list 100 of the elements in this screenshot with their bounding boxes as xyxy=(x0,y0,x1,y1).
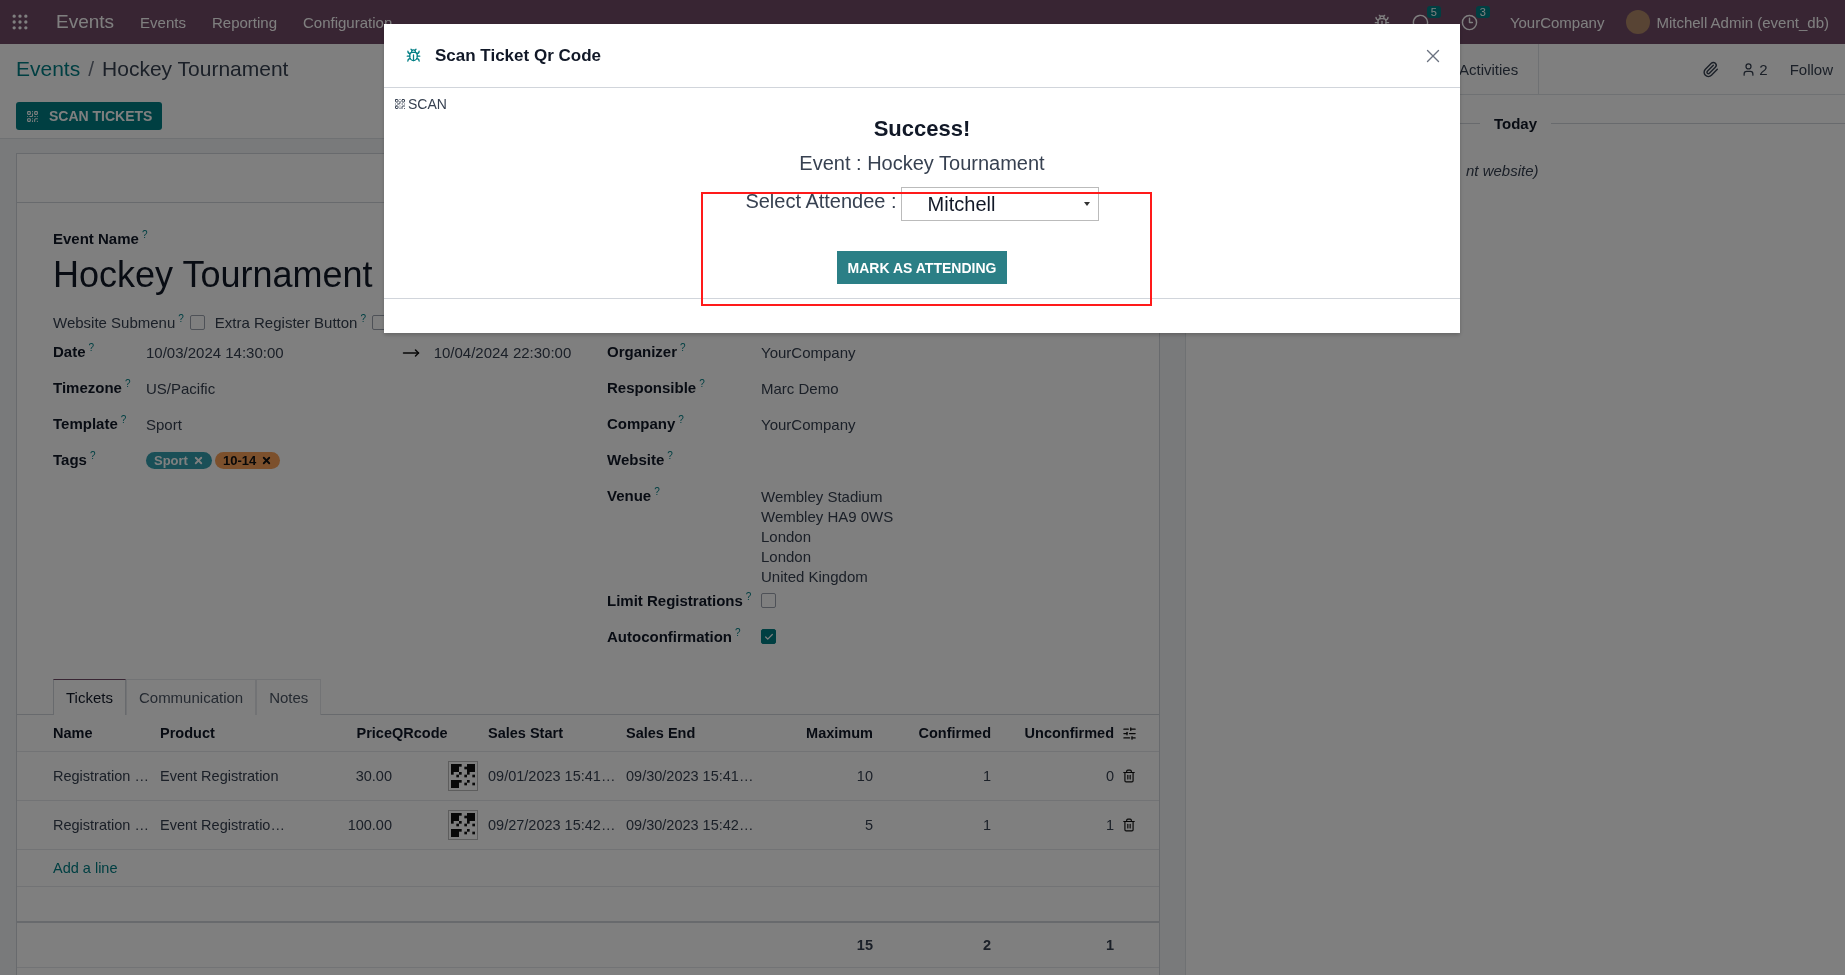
column-header: Product xyxy=(160,725,216,741)
menu-item[interactable]: Events xyxy=(140,13,186,31)
field-label: Template $^{?}$ xyxy=(53,415,127,432)
column-header: Sales Start xyxy=(488,725,564,741)
tab[interactable]: Notes xyxy=(256,679,322,715)
address-line: United Kingdom xyxy=(761,568,869,585)
total-cell-text: 15 xyxy=(855,937,873,953)
field-value: 10/03/2024 14:30:00 xyxy=(146,344,284,361)
delete-icon[interactable] xyxy=(1122,818,1136,832)
column-header: Sales End xyxy=(626,725,697,741)
tab[interactable]: Tickets xyxy=(53,679,126,715)
address-line: Wembley HA9 0WS xyxy=(761,508,894,525)
total-cell-text: 1 xyxy=(1104,937,1114,953)
count-badge: 5 xyxy=(1426,5,1441,18)
table-cell-text: Registration … xyxy=(53,817,150,833)
checkbox[interactable] xyxy=(761,593,776,608)
event-title: Hockey Tournament xyxy=(53,254,373,296)
delete-icon[interactable] xyxy=(1122,769,1136,783)
field-value: YourCompany xyxy=(761,344,856,361)
total-cell-text: 2 xyxy=(981,937,991,953)
apps-menu-icon[interactable] xyxy=(10,12,30,32)
follow-button[interactable]: Follow xyxy=(1789,60,1833,78)
address-line: Wembley Stadium xyxy=(761,488,884,505)
check-icon xyxy=(763,631,774,642)
dialog-title: Scan Ticket Qr Code xyxy=(435,45,602,66)
paperclip-icon[interactable] xyxy=(1702,60,1720,78)
checkbox[interactable] xyxy=(189,314,205,330)
field-label: Website $^{?}$ xyxy=(607,451,673,468)
tag: 10-14 xyxy=(214,452,281,469)
table-cell-text: 09/27/2023 15:42… xyxy=(488,817,617,833)
menu-item[interactable]: Configuration xyxy=(303,13,393,31)
qr-code-icon xyxy=(451,764,475,788)
app-name[interactable]: Events xyxy=(56,11,115,33)
table-cell-text: 09/30/2023 15:42… xyxy=(626,817,755,833)
field-value: Sport xyxy=(146,416,182,433)
option-label: Website Submenu $^{?}$ xyxy=(53,313,184,331)
table-cell-text: 09/01/2023 15:41… xyxy=(488,768,617,784)
attendee-select[interactable]: Mitchell xyxy=(900,187,1099,221)
table-cell-text: 0 xyxy=(1104,768,1114,784)
field-label: Event Name $^{?}$ xyxy=(53,230,148,247)
remove-icon[interactable] xyxy=(261,455,273,466)
table-cell-text: 5 xyxy=(863,817,873,833)
event-line: Event : Hockey Tournament xyxy=(799,152,1045,175)
remove-icon[interactable] xyxy=(192,455,204,466)
checkbox[interactable] xyxy=(761,629,776,644)
table-cell-text: 1 xyxy=(1104,817,1114,833)
column-settings-icon[interactable] xyxy=(1122,725,1137,741)
mark-as-attending-button[interactable]: MARK AS ATTENDING xyxy=(836,251,1008,284)
company-switcher[interactable]: YourCompany xyxy=(1509,13,1605,31)
field-label: Date $^{?}$ xyxy=(53,343,95,360)
user-menu[interactable]: Mitchell Admin (event_db) xyxy=(1656,13,1829,31)
column-header: Price xyxy=(355,725,392,741)
qr-code-icon xyxy=(451,813,475,837)
qr-code-icon xyxy=(26,109,39,123)
table-cell-text: 1 xyxy=(981,817,991,833)
chatter-message: nt website) xyxy=(1466,162,1539,179)
field-value: US/Pacific xyxy=(146,380,216,397)
scan-tickets-button[interactable]: SCAN TICKETS xyxy=(16,102,163,130)
field-label: Autoconfirmation $^{?}$ xyxy=(607,628,741,645)
field-label: Limit Registrations $^{?}$ xyxy=(607,592,752,609)
success-heading: Success! xyxy=(873,116,971,142)
field-label: Tags $^{?}$ xyxy=(53,451,96,468)
column-header: Confirmed xyxy=(917,725,991,741)
table-cell-text: 1 xyxy=(981,768,991,784)
address-line: London xyxy=(761,528,813,545)
field-value: YourCompany xyxy=(761,416,856,433)
count-badge: 3 xyxy=(1475,5,1490,18)
followers-button[interactable]: 2 xyxy=(1741,60,1768,78)
add-line-link[interactable]: Add a line xyxy=(53,860,160,876)
avatar xyxy=(1626,10,1651,34)
date-divider: Today xyxy=(1493,115,1538,132)
table-cell-text: 10 xyxy=(855,768,873,784)
table-cell-text: 09/30/2023 15:41… xyxy=(626,768,755,784)
tab[interactable]: Communication xyxy=(125,679,257,715)
field-value: Marc Demo xyxy=(761,380,839,397)
select-label: Select Attendee : xyxy=(745,190,897,213)
field-label: Timezone $^{?}$ xyxy=(53,379,131,396)
option-label: Extra Register Button $^{?}$ xyxy=(214,313,366,331)
field-label: Company $^{?}$ xyxy=(607,415,684,432)
table-cell-text: Event Registration xyxy=(160,768,280,784)
person-icon xyxy=(1741,61,1757,77)
column-header: Maximum xyxy=(805,725,873,741)
menu-item[interactable]: Reporting xyxy=(211,13,277,31)
tag: Sport xyxy=(146,452,212,469)
scan-button[interactable]: SCAN xyxy=(394,96,447,112)
qr-code-icon xyxy=(394,98,406,110)
field-label: Organizer $^{?}$ xyxy=(607,343,686,360)
breadcrumb-current: Hockey Tournament xyxy=(102,57,289,81)
table-cell-text: Event Registratio… xyxy=(160,817,286,833)
column-header: QRcode xyxy=(392,725,449,741)
breadcrumb-link[interactable]: Events xyxy=(16,57,81,81)
clock-icon[interactable] xyxy=(1460,13,1478,31)
breadcrumb-separator: / xyxy=(88,57,95,81)
table-cell-text: 100.00 xyxy=(346,817,392,833)
column-header: Unconfirmed xyxy=(1023,725,1114,741)
field-label: Venue $^{?}$ xyxy=(607,487,660,504)
bug-icon xyxy=(406,48,421,63)
field-value: 10/04/2024 22:30:00 xyxy=(433,344,572,361)
table-cell-text: Registration … xyxy=(53,768,150,784)
field-label: Responsible $^{?}$ xyxy=(607,379,705,396)
